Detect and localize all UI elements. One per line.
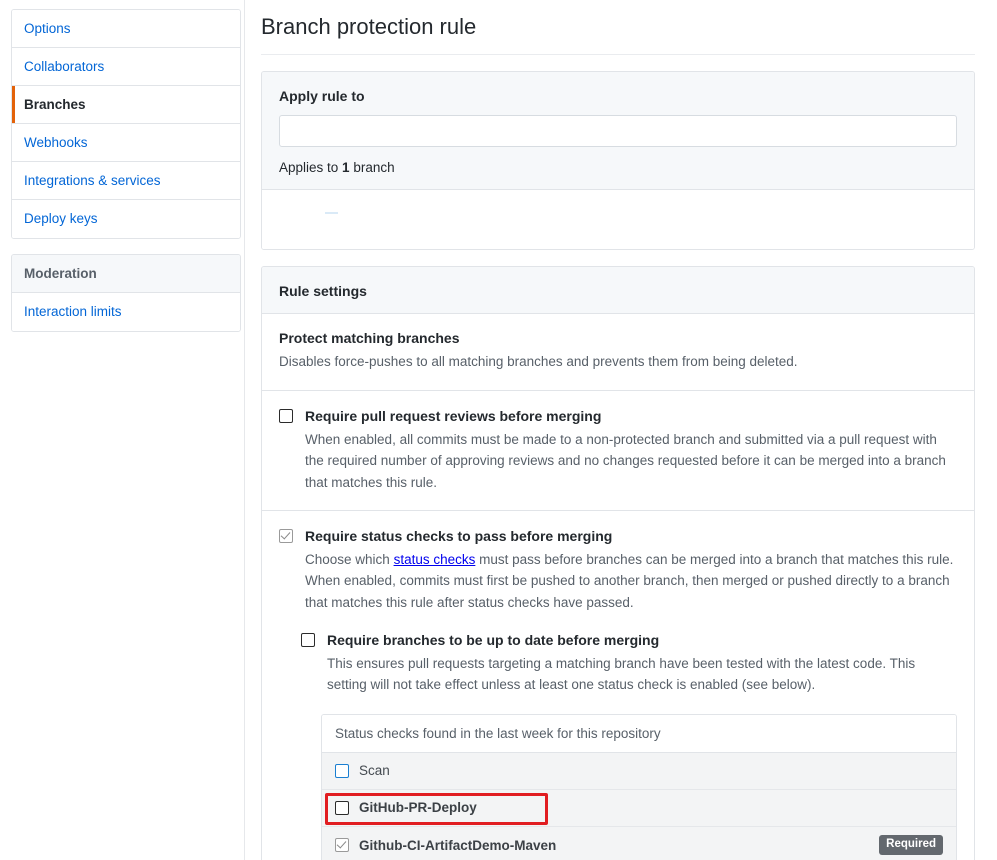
status-check-checkbox-scan[interactable] — [335, 764, 349, 778]
require-up-to-date-row[interactable]: Require branches to be up to date before… — [301, 631, 957, 696]
require-pr-reviews-label: Require pull request reviews before merg… — [305, 408, 601, 424]
require-up-to-date-desc: This ensures pull requests targeting a m… — [327, 653, 957, 696]
apply-rule-body — [262, 190, 974, 249]
require-pr-reviews-checkbox[interactable] — [279, 409, 293, 423]
placeholder-dash-icon — [325, 212, 338, 214]
applies-to-text: Applies to 1 branch — [279, 160, 957, 175]
status-check-row-github-ci-artifactdemo-maven[interactable]: Github-CI-ArtifactDemo-Maven Required — [322, 827, 956, 860]
main-content: Branch protection rule Apply rule to App… — [246, 0, 997, 860]
status-check-row-scan[interactable]: Scan — [322, 753, 956, 790]
require-status-checks-label: Require status checks to pass before mer… — [305, 528, 612, 544]
applies-to-prefix: Applies to — [279, 160, 342, 175]
desc-text-before-link: Choose which — [305, 552, 394, 567]
sidebar-item-interaction-limits[interactable]: Interaction limits — [12, 293, 240, 331]
require-status-checks-section: Require status checks to pass before mer… — [262, 511, 974, 860]
rule-settings-panel: Rule settings Protect matching branches … — [261, 266, 975, 860]
sidebar-item-label: Options — [24, 21, 71, 36]
status-check-row-github-pr-deploy[interactable]: GitHub-PR-Deploy — [322, 790, 956, 827]
sidebar-item-label: Interaction limits — [24, 304, 122, 319]
status-checks-link[interactable]: status checks — [394, 552, 476, 567]
sidebar-item-label: Collaborators — [24, 59, 104, 74]
settings-sidebar: Options Collaborators Branches Webhooks … — [0, 0, 245, 860]
require-up-to-date-checkbox[interactable] — [301, 633, 315, 647]
protect-matching-branches-section: Protect matching branches Disables force… — [262, 314, 974, 391]
require-pr-reviews-desc: When enabled, all commits must be made t… — [305, 429, 957, 493]
status-badge-required: Required — [879, 835, 943, 855]
apply-rule-heading: Apply rule to — [279, 88, 957, 104]
status-check-checkbox-github-pr-deploy[interactable] — [335, 801, 349, 815]
branch-name-pattern-input[interactable] — [279, 115, 957, 147]
require-pr-reviews-section: Require pull request reviews before merg… — [262, 391, 974, 511]
settings-page: Options Collaborators Branches Webhooks … — [0, 0, 997, 860]
require-status-checks-desc: Choose which status checks must pass bef… — [305, 549, 957, 613]
sidebar-item-branches[interactable]: Branches — [12, 86, 240, 124]
sidebar-item-options[interactable]: Options — [12, 10, 240, 48]
apply-rule-header: Apply rule to Applies to 1 branch — [262, 72, 974, 190]
sidebar-item-label: Deploy keys — [24, 211, 98, 226]
sidebar-item-integrations-services[interactable]: Integrations & services — [12, 162, 240, 200]
sidebar-moderation-menu: Moderation Interaction limits — [11, 254, 241, 332]
require-status-checks-row[interactable]: Require status checks to pass before mer… — [279, 527, 957, 613]
sidebar-item-webhooks[interactable]: Webhooks — [12, 124, 240, 162]
sidebar-primary-menu: Options Collaborators Branches Webhooks … — [11, 9, 241, 239]
status-check-checkbox-github-ci-artifactdemo-maven[interactable] — [335, 838, 349, 852]
sidebar-item-label: Webhooks — [24, 135, 88, 150]
protect-matching-branches-desc: Disables force-pushes to all matching br… — [279, 352, 957, 373]
sidebar-item-label: Branches — [24, 97, 86, 112]
sidebar-moderation-header: Moderation — [12, 255, 240, 293]
status-checks-list-header: Status checks found in the last week for… — [322, 715, 956, 753]
status-check-name: Github-CI-ArtifactDemo-Maven — [359, 838, 879, 853]
page-title: Branch protection rule — [261, 0, 975, 55]
sidebar-item-collaborators[interactable]: Collaborators — [12, 48, 240, 86]
sidebar-item-label: Integrations & services — [24, 173, 161, 188]
apply-rule-panel: Apply rule to Applies to 1 branch — [261, 71, 975, 250]
require-pr-reviews-row[interactable]: Require pull request reviews before merg… — [279, 407, 957, 493]
require-up-to-date-label: Require branches to be up to date before… — [327, 632, 659, 648]
status-checks-list: Status checks found in the last week for… — [321, 714, 957, 860]
protect-matching-branches-title: Protect matching branches — [279, 330, 957, 346]
rule-settings-header: Rule settings — [262, 267, 974, 314]
rule-settings-heading: Rule settings — [279, 283, 957, 299]
require-status-checks-checkbox[interactable] — [279, 529, 293, 543]
applies-to-suffix: branch — [350, 160, 395, 175]
sidebar-item-deploy-keys[interactable]: Deploy keys — [12, 200, 240, 238]
status-check-name: GitHub-PR-Deploy — [359, 800, 943, 815]
status-check-name: Scan — [359, 763, 943, 778]
applies-to-count: 1 — [342, 160, 350, 175]
